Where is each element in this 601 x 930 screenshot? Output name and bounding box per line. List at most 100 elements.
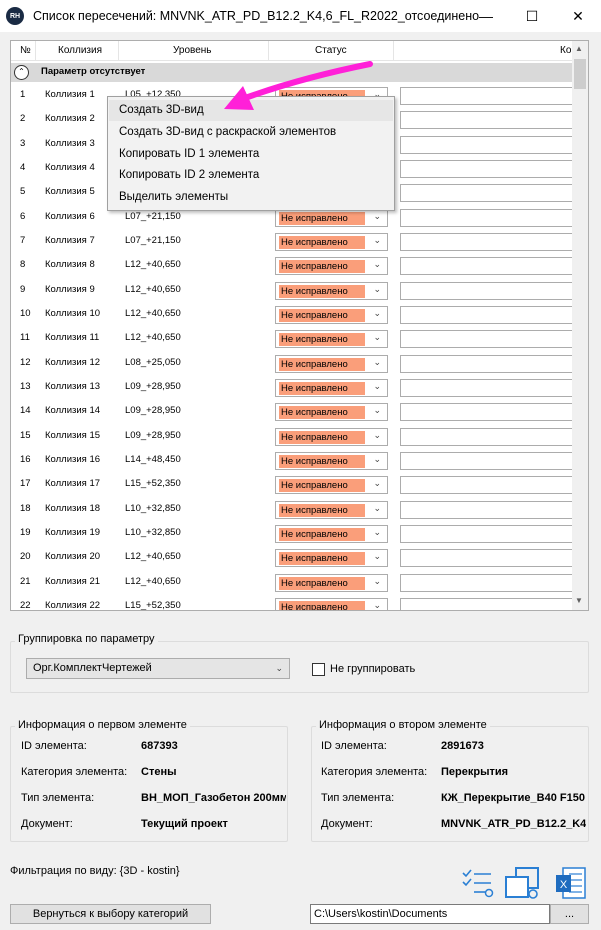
select-elements-icon[interactable] bbox=[504, 866, 542, 900]
table-row[interactable]: 15 Коллизия 15 L09_+28,950 Не исправлено ⌄ bbox=[11, 425, 574, 449]
comment-input[interactable] bbox=[400, 111, 574, 130]
status-select[interactable]: Не исправлено ⌄ bbox=[275, 597, 388, 610]
status-select[interactable]: Не исправлено ⌄ bbox=[275, 524, 388, 543]
excel-export-icon[interactable]: X bbox=[555, 866, 587, 900]
comment-input[interactable] bbox=[400, 232, 574, 251]
column-status[interactable]: Статус bbox=[269, 41, 394, 61]
comment-input[interactable] bbox=[400, 403, 574, 422]
comment-input[interactable] bbox=[400, 135, 574, 154]
chevron-down-icon: ⌄ bbox=[373, 502, 381, 513]
chevron-down-icon: ⌄ bbox=[373, 356, 381, 367]
scroll-up-icon[interactable]: ▲ bbox=[575, 44, 583, 53]
comment-input[interactable] bbox=[400, 330, 574, 349]
first-category-label: Категория элемента: bbox=[21, 766, 128, 778]
export-path-input[interactable]: C:\Users\kostin\Documents bbox=[310, 904, 550, 924]
status-select[interactable]: Не исправлено ⌄ bbox=[275, 549, 388, 568]
back-to-categories-button[interactable]: Вернуться к выбору категорий bbox=[10, 904, 211, 924]
table-row[interactable]: 18 Коллизия 18 L10_+32,850 Не исправлено ⌄ bbox=[11, 498, 574, 522]
browse-button[interactable]: ... bbox=[550, 904, 589, 924]
status-select[interactable]: Не исправлено ⌄ bbox=[275, 476, 388, 495]
menu-item-copy-id-2[interactable]: Копировать ID 2 элемента bbox=[109, 165, 393, 186]
table-row[interactable]: 9 Коллизия 9 L12_+40,650 Не исправлено ⌄ bbox=[11, 279, 574, 303]
status-select[interactable]: Не исправлено ⌄ bbox=[275, 378, 388, 397]
status-select[interactable]: Не исправлено ⌄ bbox=[275, 427, 388, 446]
table-row[interactable]: 11 Коллизия 11 L12_+40,650 Не исправлено ⌄ bbox=[11, 327, 574, 351]
comment-input[interactable] bbox=[400, 87, 574, 105]
table-row[interactable]: 7 Коллизия 7 L07_+21,150 Не исправлено ⌄ bbox=[11, 230, 574, 254]
status-select[interactable]: Не исправлено ⌄ bbox=[275, 257, 388, 276]
status-select[interactable]: Не исправлено ⌄ bbox=[275, 451, 388, 470]
status-value: Не исправлено bbox=[279, 527, 365, 541]
comment-input[interactable] bbox=[400, 573, 574, 592]
table-row[interactable]: 16 Коллизия 16 L14_+48,450 Не исправлено ⌄ bbox=[11, 449, 574, 473]
row-level: L07_+21,150 bbox=[125, 210, 181, 222]
chevron-down-icon: ⌄ bbox=[373, 599, 381, 610]
menu-item-create-3d-view[interactable]: Создать 3D-вид bbox=[109, 100, 393, 121]
table-row[interactable]: 14 Коллизия 14 L09_+28,950 Не исправлено ⌄ bbox=[11, 400, 574, 424]
menu-item-create-3d-view-colored[interactable]: Создать 3D-вид с раскраской элементов bbox=[109, 122, 393, 143]
grouping-legend: Группировка по параметру bbox=[15, 633, 158, 645]
status-select[interactable]: Не исправлено ⌄ bbox=[275, 232, 388, 251]
comment-input[interactable] bbox=[400, 451, 574, 470]
table-row[interactable]: 21 Коллизия 21 L12_+40,650 Не исправлено ⌄ bbox=[11, 571, 574, 595]
table-row[interactable]: 12 Коллизия 12 L08_+25,050 Не исправлено ⌄ bbox=[11, 352, 574, 376]
row-number: 1 bbox=[20, 89, 26, 100]
comment-input[interactable] bbox=[400, 184, 574, 203]
row-number: 13 bbox=[20, 380, 31, 392]
collapse-icon[interactable]: ⌃ bbox=[14, 65, 29, 80]
status-select[interactable]: Не исправлено ⌄ bbox=[275, 330, 388, 349]
maximize-button[interactable]: ☐ bbox=[509, 0, 555, 32]
status-select[interactable]: Не исправлено ⌄ bbox=[275, 354, 388, 373]
minimize-button[interactable]: — bbox=[463, 0, 509, 32]
no-group-checkbox[interactable] bbox=[312, 663, 325, 676]
status-select[interactable]: Не исправлено ⌄ bbox=[275, 208, 388, 227]
status-select[interactable]: Не исправлено ⌄ bbox=[275, 281, 388, 300]
comment-input[interactable] bbox=[400, 549, 574, 568]
first-element-legend: Информация о первом элементе bbox=[15, 719, 190, 731]
comment-input[interactable] bbox=[400, 597, 574, 610]
comment-input[interactable] bbox=[400, 354, 574, 373]
column-comment[interactable]: Ко bbox=[394, 41, 574, 61]
table-row[interactable]: 13 Коллизия 13 L09_+28,950 Не исправлено ⌄ bbox=[11, 376, 574, 400]
column-number[interactable]: № bbox=[11, 41, 36, 61]
table-row[interactable]: 22 Коллизия 22 L15_+52,350 Не исправлено ⌄ bbox=[11, 595, 574, 610]
status-value: Не исправлено bbox=[279, 235, 365, 249]
comment-input[interactable] bbox=[400, 500, 574, 519]
checklist-icon[interactable] bbox=[461, 868, 495, 898]
menu-item-select-elements[interactable]: Выделить элементы bbox=[109, 187, 393, 208]
comment-input[interactable] bbox=[400, 281, 574, 300]
grouping-parameter-select[interactable]: Орг.КомплектЧертежей ⌄ bbox=[26, 658, 290, 679]
table-row[interactable]: 10 Коллизия 10 L12_+40,650 Не исправлено ⌄ bbox=[11, 303, 574, 327]
table-row[interactable]: 17 Коллизия 17 L15_+52,350 Не исправлено ⌄ bbox=[11, 473, 574, 497]
row-collision-name: Коллизия 9 bbox=[45, 283, 95, 295]
comment-input[interactable] bbox=[400, 257, 574, 276]
comment-input[interactable] bbox=[400, 476, 574, 495]
status-select[interactable]: Не исправлено ⌄ bbox=[275, 403, 388, 422]
scroll-thumb[interactable] bbox=[574, 59, 586, 89]
column-level[interactable]: Уровень bbox=[119, 41, 269, 61]
comment-input[interactable] bbox=[400, 159, 574, 178]
scroll-down-icon[interactable]: ▼ bbox=[575, 596, 583, 605]
table-row[interactable]: 19 Коллизия 19 L10_+32,850 Не исправлено ⌄ bbox=[11, 522, 574, 546]
second-id-label: ID элемента: bbox=[321, 740, 387, 752]
status-value: Не исправлено bbox=[279, 357, 365, 371]
status-select[interactable]: Не исправлено ⌄ bbox=[275, 573, 388, 592]
vertical-scrollbar[interactable]: ▲ ▼ bbox=[572, 41, 588, 610]
table-row[interactable]: 8 Коллизия 8 L12_+40,650 Не исправлено ⌄ bbox=[11, 254, 574, 278]
second-id-value: 2891673 bbox=[441, 740, 484, 752]
comment-input[interactable] bbox=[400, 305, 574, 324]
status-value: Не исправлено bbox=[279, 406, 365, 420]
status-value: Не исправлено bbox=[279, 333, 365, 347]
status-select[interactable]: Не исправлено ⌄ bbox=[275, 305, 388, 324]
status-select[interactable]: Не исправлено ⌄ bbox=[275, 500, 388, 519]
menu-item-copy-id-1[interactable]: Копировать ID 1 элемента bbox=[109, 144, 393, 165]
table-row[interactable]: 20 Коллизия 20 L12_+40,650 Не исправлено ⌄ bbox=[11, 546, 574, 570]
chevron-down-icon: ⌄ bbox=[373, 429, 381, 440]
group-header-row[interactable]: ⌃ Параметр отсутствует bbox=[11, 63, 574, 82]
close-button[interactable]: ✕ bbox=[555, 0, 601, 32]
comment-input[interactable] bbox=[400, 427, 574, 446]
comment-input[interactable] bbox=[400, 378, 574, 397]
comment-input[interactable] bbox=[400, 524, 574, 543]
column-collision[interactable]: Коллизия bbox=[36, 41, 119, 61]
comment-input[interactable] bbox=[400, 208, 574, 227]
